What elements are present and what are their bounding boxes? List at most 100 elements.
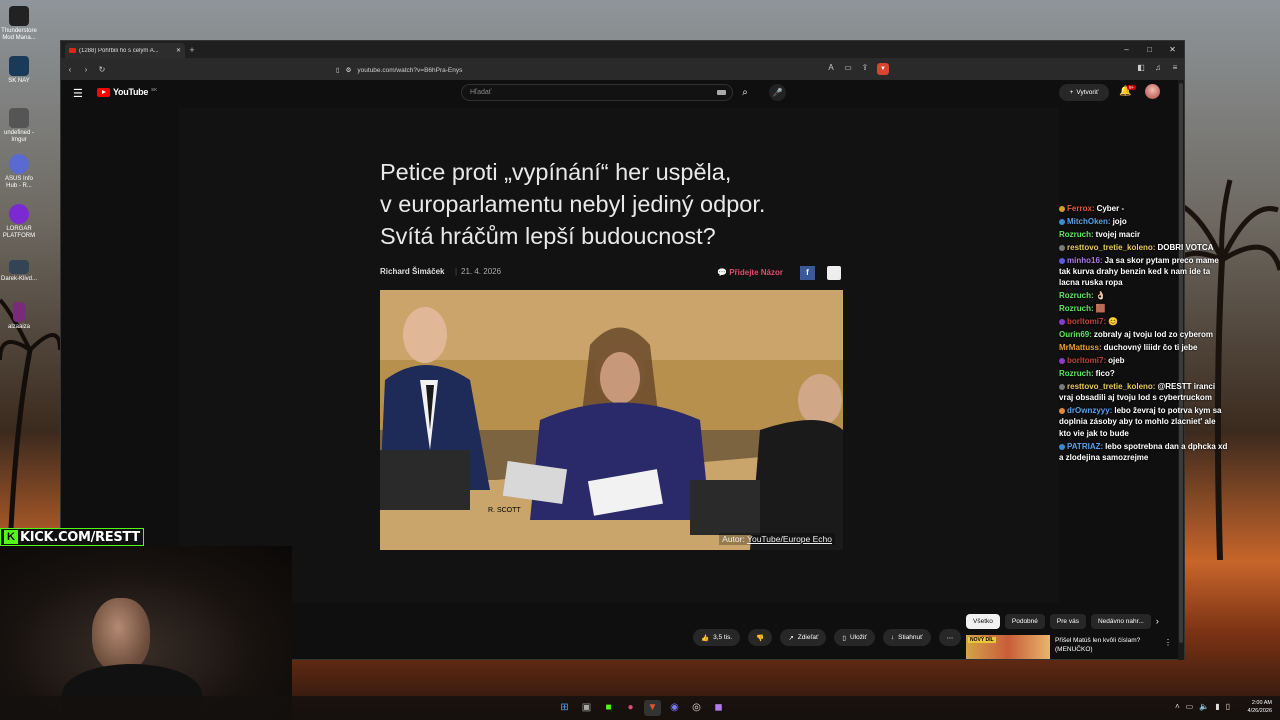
save-button[interactable]: ▯ Uložiť xyxy=(834,629,875,646)
site-settings-icon[interactable]: ⚙ xyxy=(346,66,352,74)
battery-icon[interactable]: ▯ xyxy=(1226,702,1230,711)
network-icon[interactable]: ▭ xyxy=(1186,702,1194,711)
taskbar-clock[interactable]: 2:00 AM 4/26/2026 xyxy=(1248,699,1272,715)
chat-message: MitchOken: jojo xyxy=(1059,216,1229,227)
video-thumbnail[interactable]: NOVÝ DÍL xyxy=(966,635,1050,659)
share-button[interactable]: ↗ Zdieľať xyxy=(780,629,827,646)
forward-icon[interactable]: › xyxy=(81,65,91,74)
folder-icon xyxy=(9,56,29,76)
like-button[interactable]: 👍 3,5 tis. xyxy=(693,629,741,646)
reload-icon[interactable]: ↻ xyxy=(97,65,107,74)
add-opinion-link: 💬 Přidejte Názor xyxy=(717,268,783,277)
keyboard-icon[interactable] xyxy=(717,90,726,95)
chat-username[interactable]: minho16: xyxy=(1067,256,1103,265)
chip-all[interactable]: Všetko xyxy=(966,614,1000,629)
parliament-photo-illustration: R. SCOTT xyxy=(380,290,843,550)
search-icon[interactable]: ⌕ xyxy=(735,84,755,101)
volume-icon[interactable]: 🔈 xyxy=(1199,702,1209,711)
youtube-play-icon xyxy=(97,87,110,97)
back-icon[interactable]: ‹ xyxy=(65,65,75,74)
bookmark-icon[interactable]: ▯ xyxy=(336,66,340,74)
steam-icon[interactable]: ◎ xyxy=(688,700,705,716)
chat-username[interactable]: Ourin69: xyxy=(1059,330,1092,339)
chat-badge-icon xyxy=(1059,383,1065,390)
avatar[interactable] xyxy=(1145,84,1160,99)
kick-app-icon[interactable]: ■ xyxy=(600,700,617,716)
desktop-icon-thunderstore[interactable]: Thunderstore Mod Mana... xyxy=(0,6,38,42)
address-bar[interactable]: ▯ ⚙ youtube.com/watch?v=B6hPra-Enys xyxy=(336,62,896,78)
chat-username[interactable]: Rozruch: xyxy=(1059,230,1094,239)
chat-username[interactable]: Ferrox: xyxy=(1067,204,1095,213)
desktop-icon-asus[interactable]: ASUS Info Hub - R... xyxy=(0,154,38,190)
chat-username[interactable]: resttovo_tretie_koleno: xyxy=(1067,243,1155,252)
discord-icon[interactable]: ◉ xyxy=(666,700,683,716)
article-author: Richard Šimáček xyxy=(380,267,445,276)
new-tab-button[interactable]: + xyxy=(185,45,199,55)
chat-text: zobraly aj tvoju lod zo cyberom xyxy=(1093,330,1214,340)
chat-username[interactable]: borltomi7: xyxy=(1067,356,1106,365)
chat-username[interactable]: Rozruch: xyxy=(1059,369,1094,378)
search-input[interactable]: Hľadať xyxy=(461,84,733,101)
bookmark-save-icon: ▯ xyxy=(842,634,846,642)
article-photo: R. SCOTT Autor: YouTube/Europe Echo xyxy=(380,290,843,550)
dislike-button[interactable]: 👎 xyxy=(748,629,773,646)
guide-menu-icon[interactable]: ☰ xyxy=(73,87,83,100)
share-page-icon[interactable]: ⇪ xyxy=(860,63,870,75)
xbox-app-icon[interactable]: ▣ xyxy=(578,700,595,716)
article-title: Petice proti „vypínání“ her uspěla, v eu… xyxy=(380,159,766,249)
maps-pin-icon[interactable]: ● xyxy=(622,700,639,716)
video-player[interactable]: Petice proti „vypínání“ her uspěla, v eu… xyxy=(179,108,1059,603)
desktop-icon-sk-nay[interactable]: SK NAY xyxy=(0,56,38,85)
brave-browser-icon[interactable]: ▼ xyxy=(644,700,661,716)
more-vertical-icon[interactable]: ⋮ xyxy=(1164,638,1172,647)
chat-text: fico? xyxy=(1095,368,1115,378)
translate-icon[interactable]: A xyxy=(826,63,836,75)
menu-icon[interactable]: ≡ xyxy=(1170,63,1180,72)
desktop-icon-darek[interactable]: Darek-Klivd... xyxy=(0,260,38,283)
create-button[interactable]: + Vytvoriť xyxy=(1059,84,1109,101)
browser-tab[interactable]: (1288) Pohřbili ho s celým A... ✕ xyxy=(65,43,185,58)
tray-chevron-icon[interactable]: ˄ xyxy=(1175,702,1180,711)
chat-text: 👌🏻 xyxy=(1095,291,1106,301)
lorgar-icon xyxy=(9,204,29,224)
more-actions-button[interactable]: ⋯ xyxy=(938,629,962,646)
close-tab-icon[interactable]: ✕ xyxy=(176,47,181,54)
recommended-video[interactable]: NOVÝ DÍL Přišel Matúš len kvôli číslam? … xyxy=(966,635,1176,659)
youtube-header: ☰ YouTube SK Hľadať ⌕ 🎤 + Vytvoriť 🔔 9+ xyxy=(61,80,1184,107)
chat-message: drOwnzyyy: lebo ževraj to potrva kym sa d… xyxy=(1059,405,1229,439)
notification-badge: 9+ xyxy=(1127,85,1137,90)
cast-icon[interactable]: ▭ xyxy=(843,63,853,75)
power-icon[interactable]: ▮ xyxy=(1215,702,1219,711)
start-windows-icon[interactable]: ⊞ xyxy=(556,700,573,716)
chat-username[interactable]: PATRIAZ: xyxy=(1067,442,1103,451)
chips-next-icon[interactable]: › xyxy=(1156,614,1159,629)
chat-username[interactable]: resttovo_tretie_koleno: xyxy=(1067,382,1155,391)
download-button[interactable]: ↓ Stiahnuť xyxy=(882,629,931,646)
chat-username[interactable]: borltomi7: xyxy=(1067,317,1106,326)
desktop-icon-alzaaiza[interactable]: alzaaiza xyxy=(0,302,38,331)
youtube-logo[interactable]: YouTube SK xyxy=(97,87,157,97)
chat-username[interactable]: MrMattuss: xyxy=(1059,343,1102,352)
microphone-icon[interactable]: 🎤 xyxy=(769,84,786,101)
close-window-button[interactable]: ✕ xyxy=(1161,45,1184,54)
media-icon[interactable]: ♫ xyxy=(1153,63,1163,72)
maximize-button[interactable]: □ xyxy=(1138,45,1161,54)
chat-username[interactable]: drOwnzyyy: xyxy=(1067,406,1112,415)
chat-username[interactable]: Rozruch: xyxy=(1059,291,1094,300)
chat-username[interactable]: MitchOken: xyxy=(1067,217,1111,226)
credit-link[interactable]: YouTube/Europe Echo xyxy=(747,534,832,544)
chip-for-you[interactable]: Pre vás xyxy=(1049,614,1086,629)
recommended-title[interactable]: Přišel Matúš len kvôli číslam? xyxy=(1055,636,1160,645)
desktop-icon-lorgar[interactable]: LORGAR PLATFORM xyxy=(0,204,38,240)
taskbar: ⊞ ▣ ■ ● ▼ ◉ ◎ ◼ ˄ ▭ 🔈 ▮ ▯ 2:00 AM 4/26/2… xyxy=(0,696,1280,720)
chat-badge-icon xyxy=(1059,206,1065,212)
extensions-icon[interactable]: ◧ xyxy=(1136,63,1146,72)
obs-icon[interactable]: ◼ xyxy=(710,700,727,716)
chip-recently-uploaded[interactable]: Nedávno nahr... xyxy=(1090,614,1151,629)
chip-similar[interactable]: Podobné xyxy=(1004,614,1045,629)
chat-username[interactable]: Rozruch: xyxy=(1059,304,1094,313)
minimize-button[interactable]: – xyxy=(1115,45,1138,54)
search-placeholder: Hľadať xyxy=(470,89,492,96)
brave-shields-icon[interactable]: ▼ xyxy=(877,63,889,75)
desktop-icon-imgur[interactable]: undefined - Imgur xyxy=(0,108,38,144)
